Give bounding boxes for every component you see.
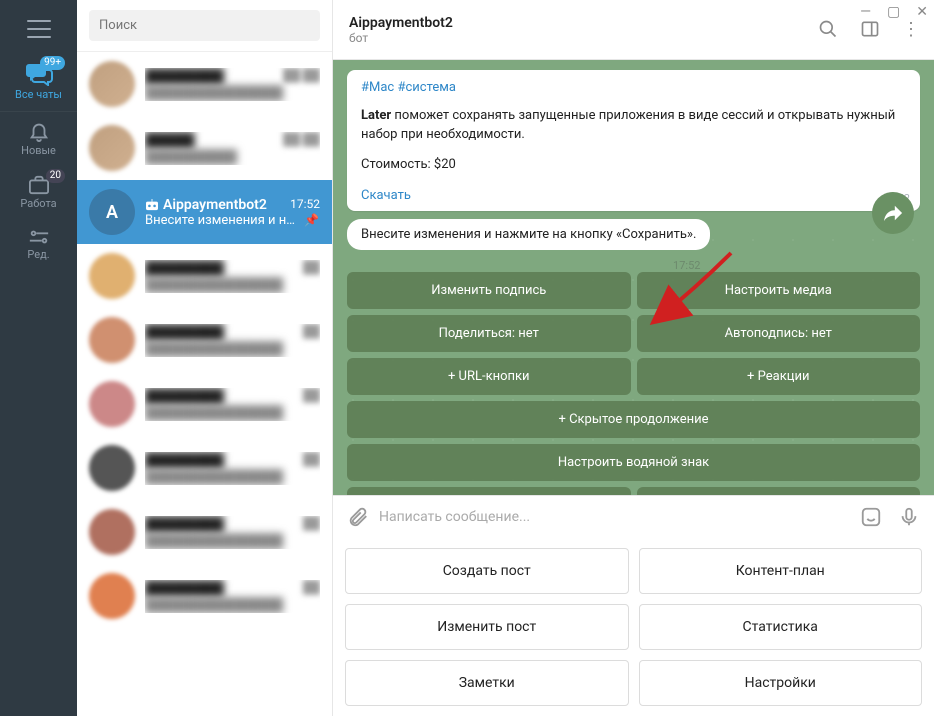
bell-icon [28,120,50,142]
share-fab[interactable] [872,192,914,234]
composer [333,495,934,538]
kb-hidden-continuation[interactable]: + Скрытое продолжение [347,401,920,438]
rail-work[interactable]: 20 Работа [0,167,77,220]
bm-stats[interactable]: Статистика [639,604,923,650]
menu-icon[interactable] [27,20,51,38]
sidebar-toggle-icon[interactable] [860,19,880,39]
kb-edit-caption[interactable]: Изменить подпись [347,272,631,309]
chat-preview: Внесите изменения и н… [145,213,295,228]
pin-icon: 📌 [304,213,319,227]
bm-notes[interactable]: Заметки [345,660,629,706]
share-icon [882,203,904,223]
attach-icon[interactable] [347,506,369,528]
badge-all-chats: 99+ [40,56,65,70]
nav-rail: 99+ Все чаты Новые 20 Работа Ред. [0,0,77,716]
help-bubble: Внесите изменения и нажмите на кнопку «С… [347,219,710,250]
chat-row[interactable]: ██████████:█████████████████ [77,52,332,116]
bm-settings[interactable]: Настройки [639,660,923,706]
header-subtitle: бот [349,31,453,45]
window-controls: — ▢ ✕ [860,4,928,20]
rail-label: Ред. [0,248,77,261]
chat-time: 17:52 [290,197,320,213]
download-link[interactable]: Скачать [361,188,411,203]
kb-reactions[interactable]: + Реакции [637,358,921,395]
main-panel: Aippaymentbot2 бот ⋮ #Mac #система Later… [333,0,934,716]
window-maximize[interactable]: ▢ [887,4,900,20]
kb-cancel[interactable]: « Отменить [347,487,631,495]
chat-row-selected[interactable]: A Aippaymentbot2 17:52 Внесите изменения… [77,180,332,244]
mic-icon[interactable] [898,506,920,528]
chat-name: Aippaymentbot2 [145,197,267,213]
reply-keyboard: Создать пост Контент-план Изменить пост … [333,538,934,716]
rail-all-chats[interactable]: 99+ Все чаты [0,54,77,112]
chat-row[interactable]: ███████:████████████ [77,116,332,180]
kb-url-buttons[interactable]: + URL-кнопки [347,358,631,395]
chat-row[interactable]: █████████████████████████ [77,564,332,628]
search-input[interactable] [89,10,320,41]
emoji-icon[interactable] [860,506,882,528]
message-price: Стоимость: $20 [361,157,906,172]
header-title: Aippaymentbot2 [349,15,453,31]
window-close[interactable]: ✕ [916,4,928,20]
kb-watermark[interactable]: Настроить водяной знак [347,444,920,481]
chat-row[interactable]: █████████████████████████ [77,244,332,308]
kb-save[interactable]: 💾Сохранить [637,487,921,495]
annotation-arrow [646,248,736,328]
rail-edit[interactable]: Ред. [0,220,77,271]
avatar: A [89,189,135,235]
chat-row[interactable]: █████████████████████████ [77,500,332,564]
message-tags[interactable]: #Mac #система [361,80,906,95]
bot-icon [145,199,159,211]
message-card[interactable]: #Mac #система Later поможет сохранять за… [347,70,920,211]
more-icon[interactable]: ⋮ [902,19,918,40]
chat-row[interactable]: █████████████████████████ [77,436,332,500]
rail-label: Работа [0,197,77,210]
chat-header: Aippaymentbot2 бот ⋮ [333,0,934,60]
bm-content-plan[interactable]: Контент-план [639,548,923,594]
window-minimize[interactable]: — [860,4,871,20]
chat-area[interactable]: #Mac #система Later поможет сохранять за… [333,60,934,495]
message-body: Later поможет сохранять запущенные прило… [361,107,906,145]
kb-share[interactable]: Поделиться: нет [347,315,631,352]
inline-keyboard: Изменить подпись Настроить медиа Поделит… [347,272,920,495]
bm-create-post[interactable]: Создать пост [345,548,629,594]
rail-new[interactable]: Новые [0,112,77,167]
chat-row[interactable]: █████████████████████████ [77,308,332,372]
badge-work: 20 [46,169,65,183]
bm-edit-post[interactable]: Изменить пост [345,604,629,650]
sliders-icon [28,228,50,246]
compose-input[interactable] [379,509,860,525]
chat-row[interactable]: █████████████████████████ [77,372,332,436]
search-icon[interactable] [818,19,838,39]
rail-label: Все чаты [0,88,77,101]
rail-label: Новые [0,144,77,157]
chat-list: ██████████:█████████████████ ███████:███… [77,0,333,716]
